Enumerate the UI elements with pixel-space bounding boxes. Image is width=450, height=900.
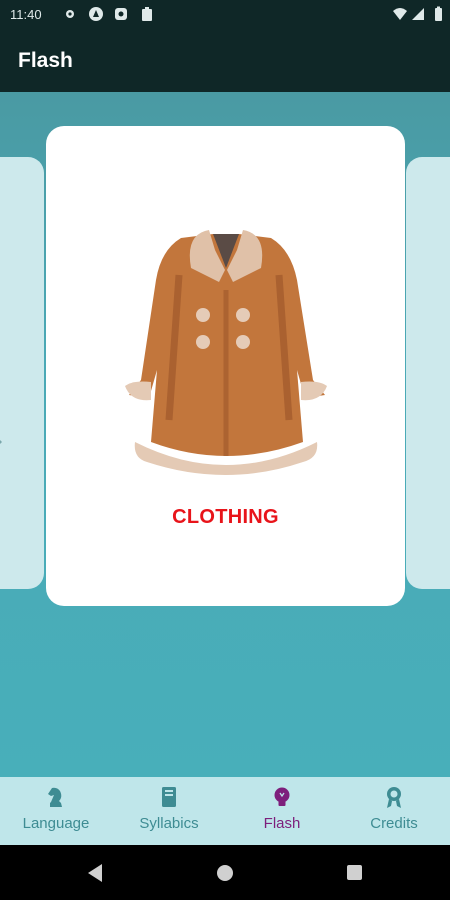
wifi-icon [393,8,407,20]
card-label: CLOTHING [172,506,279,528]
award-ribbon-icon [387,787,401,808]
next-card[interactable] [406,157,450,589]
lightbulb-icon [274,787,290,806]
coat-image [125,230,327,475]
status-time: 11:40 [10,7,42,22]
signal-icon [412,8,424,20]
nav-label-language: Language [22,815,90,832]
home-icon[interactable] [216,864,234,882]
nav-label-syllabics: Syllabics [139,815,199,832]
flash-card[interactable]: CLOTHING [46,126,405,606]
book-icon [162,787,176,807]
app-bar: Flash [0,30,450,92]
battery-icon [435,6,442,21]
clipboard-icon [142,7,152,21]
system-navigation-bar [0,845,450,900]
previous-card[interactable] [0,157,44,589]
nav-item-flash[interactable]: Flash [226,777,338,845]
settings-icon [66,10,74,18]
status-bar: 11:40 [0,0,450,30]
nav-item-language[interactable]: Language [0,777,112,845]
nav-label-credits: Credits [370,815,418,832]
card-edge-mark [0,439,2,445]
bottom-navigation: Language Syllabics Flash Credits [0,777,450,845]
nav-item-syllabics[interactable]: Syllabics [113,777,225,845]
android-icon [89,7,103,21]
nav-item-credits[interactable]: Credits [338,777,450,845]
flash-card-carousel[interactable]: CLOTHING [0,92,450,777]
back-icon[interactable] [86,863,104,883]
camera-icon [115,8,127,20]
nav-label-flash: Flash [263,815,301,832]
page-title: Flash [18,49,73,72]
recents-icon[interactable] [346,864,363,881]
chess-knight-icon [48,787,62,807]
